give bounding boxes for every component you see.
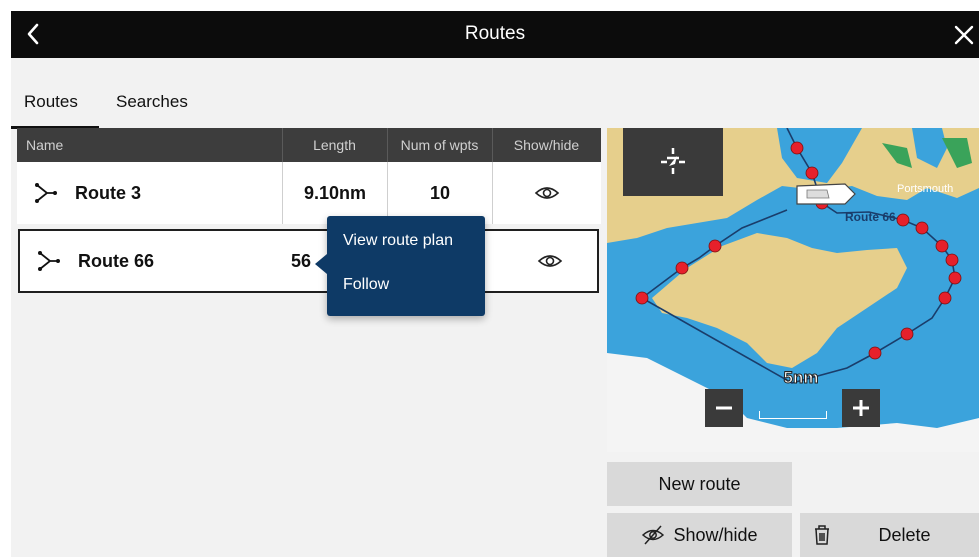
routes-window: Routes Routes Searches Name Length Num o…: [11, 11, 979, 557]
scale-label: 5nm: [783, 368, 819, 388]
tab-routes[interactable]: Routes: [24, 92, 78, 112]
route-icon: [35, 183, 57, 203]
scale-bar: [759, 411, 827, 419]
eye-icon: [534, 187, 560, 199]
route-map-label: Route 66: [845, 210, 896, 224]
show-hide-label: Show/hide: [673, 524, 758, 545]
route-waypoint-count: 10: [387, 162, 492, 224]
table-header: Name Length Num of wpts Show/hide: [17, 128, 601, 162]
context-menu: View route plan Follow: [315, 216, 485, 316]
chart-preview[interactable]: Portsmouth Route 66 5nm: [607, 128, 979, 452]
column-header-name[interactable]: Name: [26, 128, 63, 162]
delete-label: Delete: [878, 524, 931, 545]
plus-icon: [853, 400, 869, 416]
zoom-out-button[interactable]: [705, 389, 743, 427]
place-label: Portsmouth: [897, 183, 954, 195]
minus-icon: [716, 406, 732, 410]
menu-item-follow[interactable]: Follow: [343, 276, 389, 294]
vessel-icon: [796, 183, 856, 205]
header-bar: Routes: [11, 11, 979, 58]
center-vessel-button[interactable]: [623, 128, 723, 196]
center-vessel-icon: [661, 148, 685, 174]
show-hide-toggle[interactable]: [495, 231, 604, 291]
table-row-selected[interactable]: Route 66 56: [18, 229, 599, 293]
route-name-cell: Route 66: [36, 231, 286, 291]
eye-icon: [537, 255, 562, 267]
menu-item-view-route-plan[interactable]: View route plan: [343, 232, 453, 250]
column-header-waypoints[interactable]: Num of wpts: [387, 128, 492, 162]
tab-bar: Routes Searches: [11, 58, 979, 129]
route-name: Route 3: [75, 182, 142, 203]
page-title: Routes: [464, 23, 526, 44]
tab-searches[interactable]: Searches: [116, 92, 188, 112]
column-header-length[interactable]: Length: [282, 128, 387, 162]
zoom-in-button[interactable]: [842, 389, 880, 427]
delete-button[interactable]: Delete: [800, 513, 979, 557]
table-row[interactable]: Route 3 9.10nm 10: [17, 162, 601, 224]
new-route-label: New route: [658, 473, 741, 494]
context-menu-pointer: [315, 254, 327, 274]
eye-off-icon: [642, 525, 665, 545]
close-icon[interactable]: [951, 22, 977, 48]
show-hide-button[interactable]: Show/hide: [607, 513, 792, 557]
route-length: 9.10nm: [282, 162, 387, 224]
show-hide-toggle[interactable]: [492, 162, 601, 224]
route-name: Route 66: [78, 250, 155, 271]
route-name-cell: Route 3: [33, 162, 283, 224]
column-header-show-hide[interactable]: Show/hide: [492, 128, 601, 162]
new-route-button[interactable]: New route: [607, 462, 792, 506]
route-icon: [38, 251, 60, 271]
